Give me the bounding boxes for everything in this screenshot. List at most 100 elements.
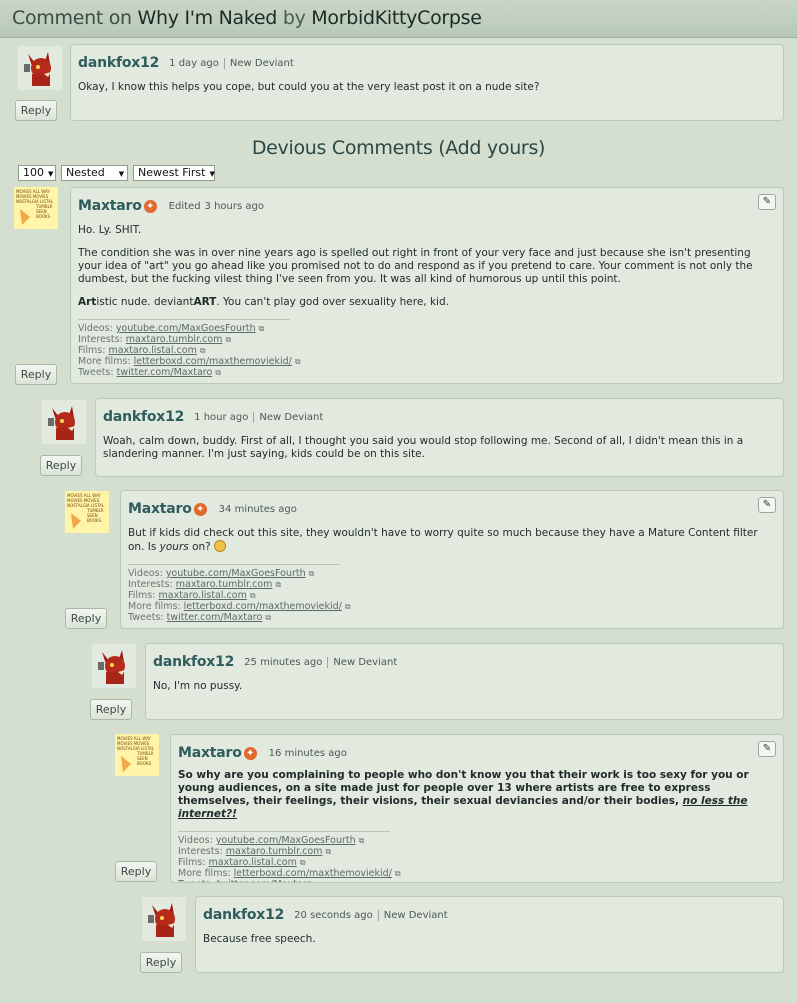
timestamp[interactable]: 1 hour ago [194, 412, 248, 423]
comment-text: Woah, calm down, buddy. First of all, I … [103, 435, 744, 460]
edit-icon[interactable]: ✎ [758, 497, 776, 513]
signature-link[interactable]: maxtaro.listal.com [109, 345, 197, 356]
badge-icon: ✦ [243, 746, 257, 760]
chevron-down-icon: ▼ [48, 170, 54, 178]
timestamp[interactable]: 1 day ago [169, 58, 219, 69]
username-link[interactable]: Maxtaro [78, 198, 142, 214]
svg-text:BOOKS: BOOKS [87, 518, 102, 523]
comment-text: Okay, I know this helps you cope, but co… [78, 81, 540, 93]
external-link-icon: ⧉ [215, 368, 222, 377]
signature: Videos: youtube.com/MaxGoesFourth ⧉ Inte… [128, 564, 351, 623]
external-link-icon: ⧉ [275, 580, 282, 589]
comment-box: dankfox12 1 hour ago New Deviant Woah, c… [95, 398, 784, 477]
signature-link[interactable]: letterboxd.com/maxthemoviekid/ [184, 601, 342, 612]
username-link[interactable]: dankfox12 [153, 654, 234, 670]
timestamp[interactable]: 34 minutes ago [219, 504, 297, 515]
count-select[interactable]: 100 ▼ [18, 165, 56, 181]
order-select[interactable]: Newest First ▼ [133, 165, 215, 181]
comment-box: dankfox12 25 minutes ago New Deviant No,… [145, 643, 784, 720]
external-link-icon: ⧉ [308, 569, 315, 578]
avatar-dankfox12[interactable] [18, 46, 62, 90]
section-title: Devious Comments (Add yours) [251, 137, 546, 159]
external-link-icon: ⧉ [315, 880, 321, 882]
comment-text: So why are you complaining to people who… [178, 769, 749, 820]
external-link-icon: ⧉ [294, 357, 301, 366]
signature: Videos: youtube.com/MaxGoesFourth ⧉ Inte… [178, 831, 401, 882]
reply-button[interactable]: Reply [40, 455, 82, 476]
avatar-dankfox12[interactable] [92, 644, 136, 688]
signature-link[interactable]: youtube.com/MaxGoesFourth [216, 835, 356, 846]
avatar-dankfox12[interactable] [142, 897, 186, 941]
comment-text: No, I'm no pussy. [153, 680, 243, 692]
chevron-down-icon: ▼ [118, 170, 125, 178]
deviation-title-link[interactable]: Why I'm Naked [138, 7, 278, 29]
reply-button[interactable]: Reply [15, 100, 57, 121]
comment-text: Ho. Ly. SHIT. [78, 224, 142, 236]
external-link-icon: ⧉ [199, 346, 206, 355]
avatar-dankfox12[interactable] [42, 400, 86, 444]
edit-icon[interactable]: ✎ [758, 741, 776, 757]
signature-link[interactable]: youtube.com/MaxGoesFourth [166, 568, 306, 579]
svg-text:BOOKS: BOOKS [36, 214, 51, 219]
reply-button[interactable]: Reply [140, 952, 182, 973]
signature-link[interactable]: twitter.com/Maxtaro [117, 367, 213, 378]
comment-text: Artistic nude. deviantART. You can't pla… [78, 296, 449, 308]
reply-button[interactable]: Reply [65, 608, 107, 629]
comment-text: The condition she was in over nine years… [78, 247, 753, 285]
signature-link[interactable]: letterboxd.com/maxthemoviekid/ [134, 356, 292, 367]
signature-link[interactable]: maxtaro.listal.com [209, 857, 297, 868]
badge-icon: ✦ [143, 199, 157, 213]
avatar-maxtaro[interactable]: MOVIES ALL WAY MOVIES MOVIES NOSTALGIA LIS… [115, 733, 159, 776]
username-link[interactable]: Maxtaro [178, 745, 242, 761]
comment-box: dankfox12 1 day ago New Deviant Okay, I … [70, 44, 784, 121]
timestamp[interactable]: 20 seconds ago [294, 910, 373, 921]
external-link-icon: ⧉ [258, 324, 265, 333]
edit-icon[interactable]: ✎ [758, 194, 776, 210]
signature-link[interactable]: maxtaro.tumblr.com [176, 579, 273, 590]
signature-link[interactable]: youtube.com/MaxGoesFourth [116, 323, 256, 334]
external-link-icon: ⧉ [299, 858, 306, 867]
avatar-maxtaro[interactable]: MOVIES ALL WAY MOVIES MOVIES NOSTALGIA LIS… [14, 186, 58, 229]
author-link[interactable]: MorbidKittyCorpse [311, 7, 482, 29]
chevron-down-icon: ▼ [209, 170, 215, 178]
comment-box: ✎ Maxtaro ✦ 34 minutes ago But if kids d… [120, 490, 784, 629]
edited-label: Edited [168, 200, 201, 212]
signature-link[interactable]: maxtaro.tumblr.com [126, 334, 223, 345]
external-link-icon: ⧉ [358, 836, 365, 845]
timestamp[interactable]: 16 minutes ago [269, 748, 347, 759]
external-link-icon: ⧉ [325, 847, 332, 856]
external-link-icon: ⧉ [225, 335, 232, 344]
comment-text: Because free speech. [203, 933, 316, 945]
timestamp[interactable]: 3 hours ago [205, 201, 264, 212]
reply-button[interactable]: Reply [115, 861, 157, 882]
signature-link[interactable]: maxtaro.tumblr.com [226, 846, 323, 857]
comment-box: ✎ Maxtaro ✦ 16 minutes ago So why are yo… [170, 734, 784, 883]
signature-link[interactable]: twitter.com/Maxtaro [167, 612, 263, 623]
user-group: New Deviant [377, 909, 448, 921]
reply-button[interactable]: Reply [15, 364, 57, 385]
external-link-icon: ⧉ [394, 869, 401, 878]
username-link[interactable]: dankfox12 [78, 55, 159, 71]
header-comment-on: Comment on [12, 7, 132, 29]
avatar-maxtaro[interactable]: MOVIES ALL WAY MOVIES MOVIES NOSTALGIA LIS… [65, 490, 109, 533]
signature-link[interactable]: twitter.com/Maxtaro [217, 879, 313, 882]
user-group: New Deviant [223, 57, 294, 69]
signature-link[interactable]: letterboxd.com/maxthemoviekid/ [234, 868, 392, 879]
username-link[interactable]: Maxtaro [128, 501, 192, 517]
user-group: New Deviant [327, 656, 397, 668]
comment-filters: 100 ▼ Nested ▼ Newest First ▼ [18, 165, 215, 181]
external-link-icon: ⧉ [249, 591, 256, 600]
badge-icon: ✦ [193, 502, 207, 516]
signature: Videos: youtube.com/MaxGoesFourth ⧉ Inte… [78, 319, 301, 378]
external-link-icon: ⧉ [344, 602, 351, 611]
username-link[interactable]: dankfox12 [203, 907, 284, 923]
svg-text:BOOKS: BOOKS [137, 761, 152, 766]
mode-select[interactable]: Nested ▼ [61, 165, 128, 181]
page-header: Comment on Why I'm Naked by MorbidKittyC… [0, 0, 797, 38]
reply-button[interactable]: Reply [90, 699, 132, 720]
signature-link[interactable]: maxtaro.listal.com [159, 590, 247, 601]
comment-box: ✎ Maxtaro ✦ Edited 3 hours ago Ho. Ly. S… [70, 187, 784, 384]
external-link-icon: ⧉ [265, 613, 272, 622]
username-link[interactable]: dankfox12 [103, 409, 184, 425]
timestamp[interactable]: 25 minutes ago [244, 657, 322, 668]
